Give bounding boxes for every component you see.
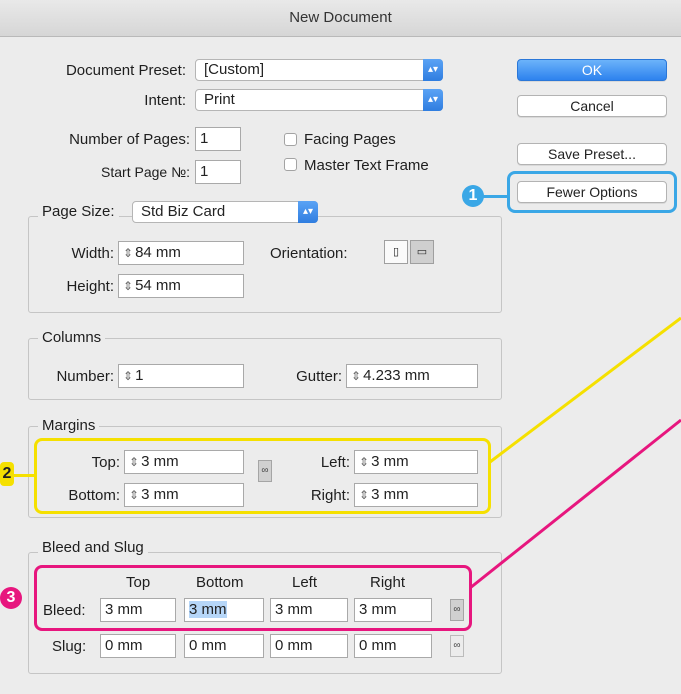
callout-lines xyxy=(469,316,681,590)
pink-callout-line xyxy=(469,418,681,590)
yellow-callout-line xyxy=(489,316,681,464)
